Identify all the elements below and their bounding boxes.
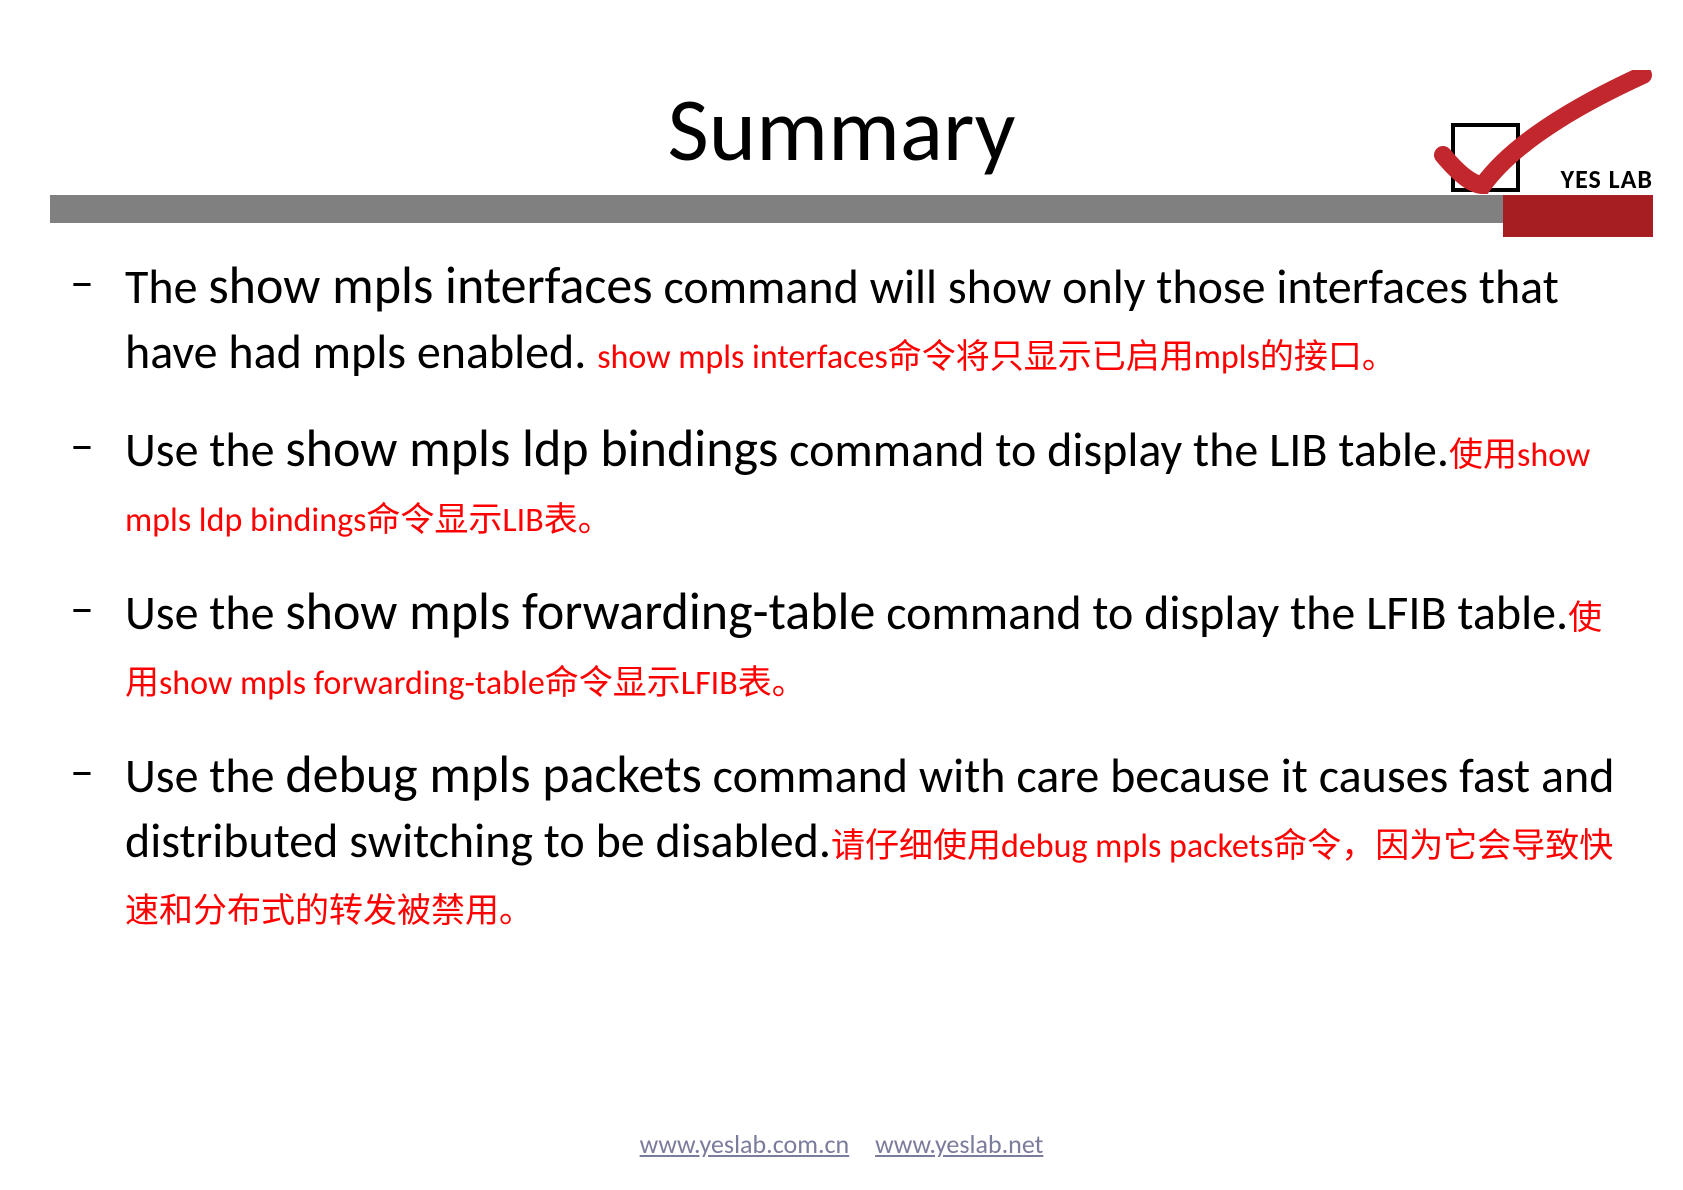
list-item: – The show mpls interfaces command will … [70, 250, 1623, 385]
bullet-pre: Use the [125, 746, 285, 805]
list-item: – Use the show mpls forwarding-table com… [70, 576, 1623, 711]
bullet-body: The show mpls interfaces command will sh… [125, 250, 1623, 385]
divider-bar-gray [50, 195, 1653, 223]
bullet-post: command to display the LFIB table. [875, 583, 1568, 642]
list-item: – Use the debug mpls packets command wit… [70, 739, 1623, 939]
bullet-pre: Use the [125, 583, 285, 642]
list-item: – Use the show mpls ldp bindings command… [70, 413, 1623, 548]
bullet-dash: – [70, 576, 125, 711]
bullet-dash: – [70, 250, 125, 385]
bullet-translation: show mpls interfaces命令将只显示已启用mpls的接口。 [597, 337, 1396, 378]
footer-link-comcn[interactable]: www.yeslab.com.cn [640, 1128, 850, 1160]
bullet-command: debug mpls packets [285, 742, 701, 806]
footer-link-net[interactable]: www.yeslab.net [875, 1128, 1043, 1160]
bullet-body: Use the show mpls ldp bindings command t… [125, 413, 1623, 548]
divider-bar-red [1503, 195, 1653, 237]
bullet-command: show mpls ldp bindings [285, 416, 778, 480]
bullet-pre: Use the [125, 420, 285, 479]
bullet-list: – The show mpls interfaces command will … [70, 250, 1623, 967]
bullet-post: command to display the LIB table. [778, 420, 1449, 479]
bullet-command: show mpls interfaces [208, 253, 652, 317]
yeslab-logo: YES LAB [1383, 70, 1663, 210]
bullet-command: show mpls forwarding-table [285, 579, 875, 643]
bullet-body: Use the show mpls forwarding-table comma… [125, 576, 1623, 711]
slide: Summary YES LAB – The show mpls interfac… [0, 0, 1683, 1190]
bullet-dash: – [70, 413, 125, 548]
bullet-pre: The [125, 257, 208, 316]
logo-text: YES LAB [1561, 163, 1653, 195]
footer-links: www.yeslab.com.cn www.yeslab.net [0, 1128, 1683, 1160]
bullet-dash: – [70, 739, 125, 939]
bullet-body: Use the debug mpls packets command with … [125, 739, 1623, 939]
